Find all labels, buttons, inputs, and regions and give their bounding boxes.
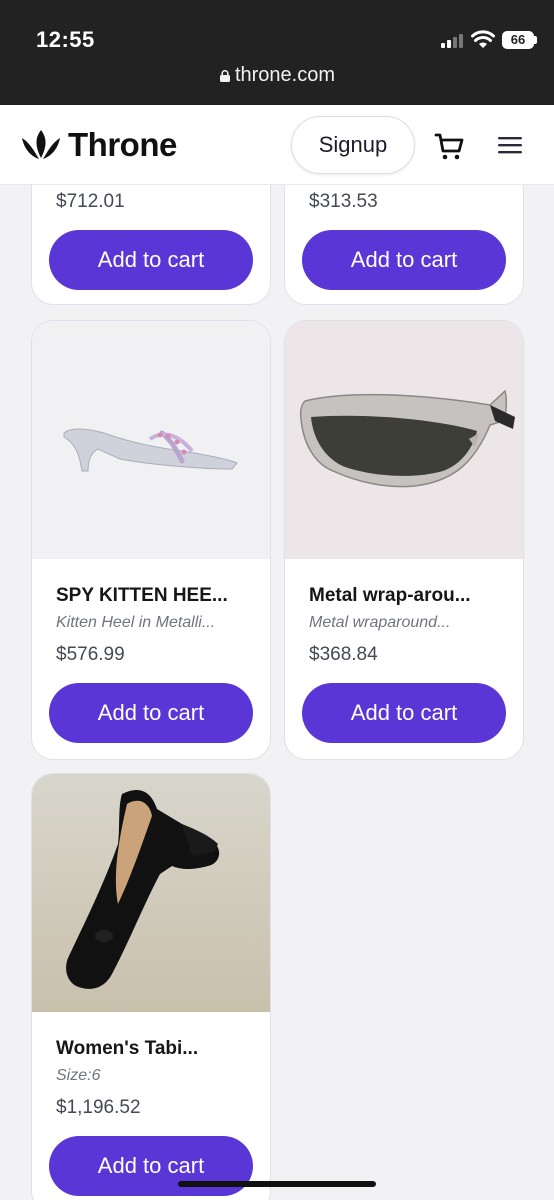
product-image [32,774,270,1012]
product-card[interactable]: $313.53 Add to cart [284,185,524,305]
url-text: throne.com [234,64,336,86]
wifi-icon [471,30,495,48]
product-subtitle: Kitten Heel in Metalli... [56,614,216,631]
battery-tip [534,36,537,44]
product-price: $313.53 [309,191,378,212]
product-card[interactable]: Metal wrap-arou... Metal wraparound... $… [284,320,524,760]
hamburger-menu-icon[interactable] [497,134,523,156]
add-to-cart-button[interactable]: Add to cart [49,683,253,743]
product-card[interactable]: Women's Tabi... Size:6 $1,196.52 Add to … [31,773,271,1200]
product-price: $1,196.52 [56,1097,141,1118]
product-subtitle: Size:6 [56,1067,101,1084]
product-title: Women's Tabi... [56,1038,199,1059]
lock-icon [219,70,230,82]
product-image [32,321,270,559]
product-price: $576.99 [56,644,125,665]
product-card[interactable]: $712.01 Add to cart [31,185,271,305]
add-to-cart-button[interactable]: Add to cart [302,683,506,743]
product-card[interactable]: SPY KITTEN HEE... Kitten Heel in Metalli… [31,320,271,760]
status-time: 12:55 [36,27,95,52]
signal-icon [441,34,465,48]
battery-icon: 66 [502,31,534,49]
add-to-cart-button[interactable]: Add to cart [302,230,506,290]
brand-name: Throne [68,126,177,163]
status-bar: 12:55 66 throne.com [0,0,554,105]
product-title: Metal wrap-arou... [309,585,471,606]
site-header: Throne Signup [0,105,554,185]
cart-icon[interactable] [434,131,464,161]
product-price: $712.01 [56,191,125,212]
product-subtitle: Metal wraparound... [309,614,451,631]
add-to-cart-button[interactable]: Add to cart [49,230,253,290]
product-image [285,321,523,559]
crown-logo-icon [22,130,60,159]
brand-logo[interactable]: Throne [20,125,177,165]
home-indicator [178,1181,376,1187]
signup-button[interactable]: Signup [291,116,415,174]
product-title: SPY KITTEN HEE... [56,585,228,606]
add-to-cart-button[interactable]: Add to cart [49,1136,253,1196]
url-bar[interactable]: throne.com [0,64,554,87]
product-grid: $712.01 Add to cart $313.53 Add to cart … [0,185,554,1200]
product-price: $368.84 [309,644,378,665]
